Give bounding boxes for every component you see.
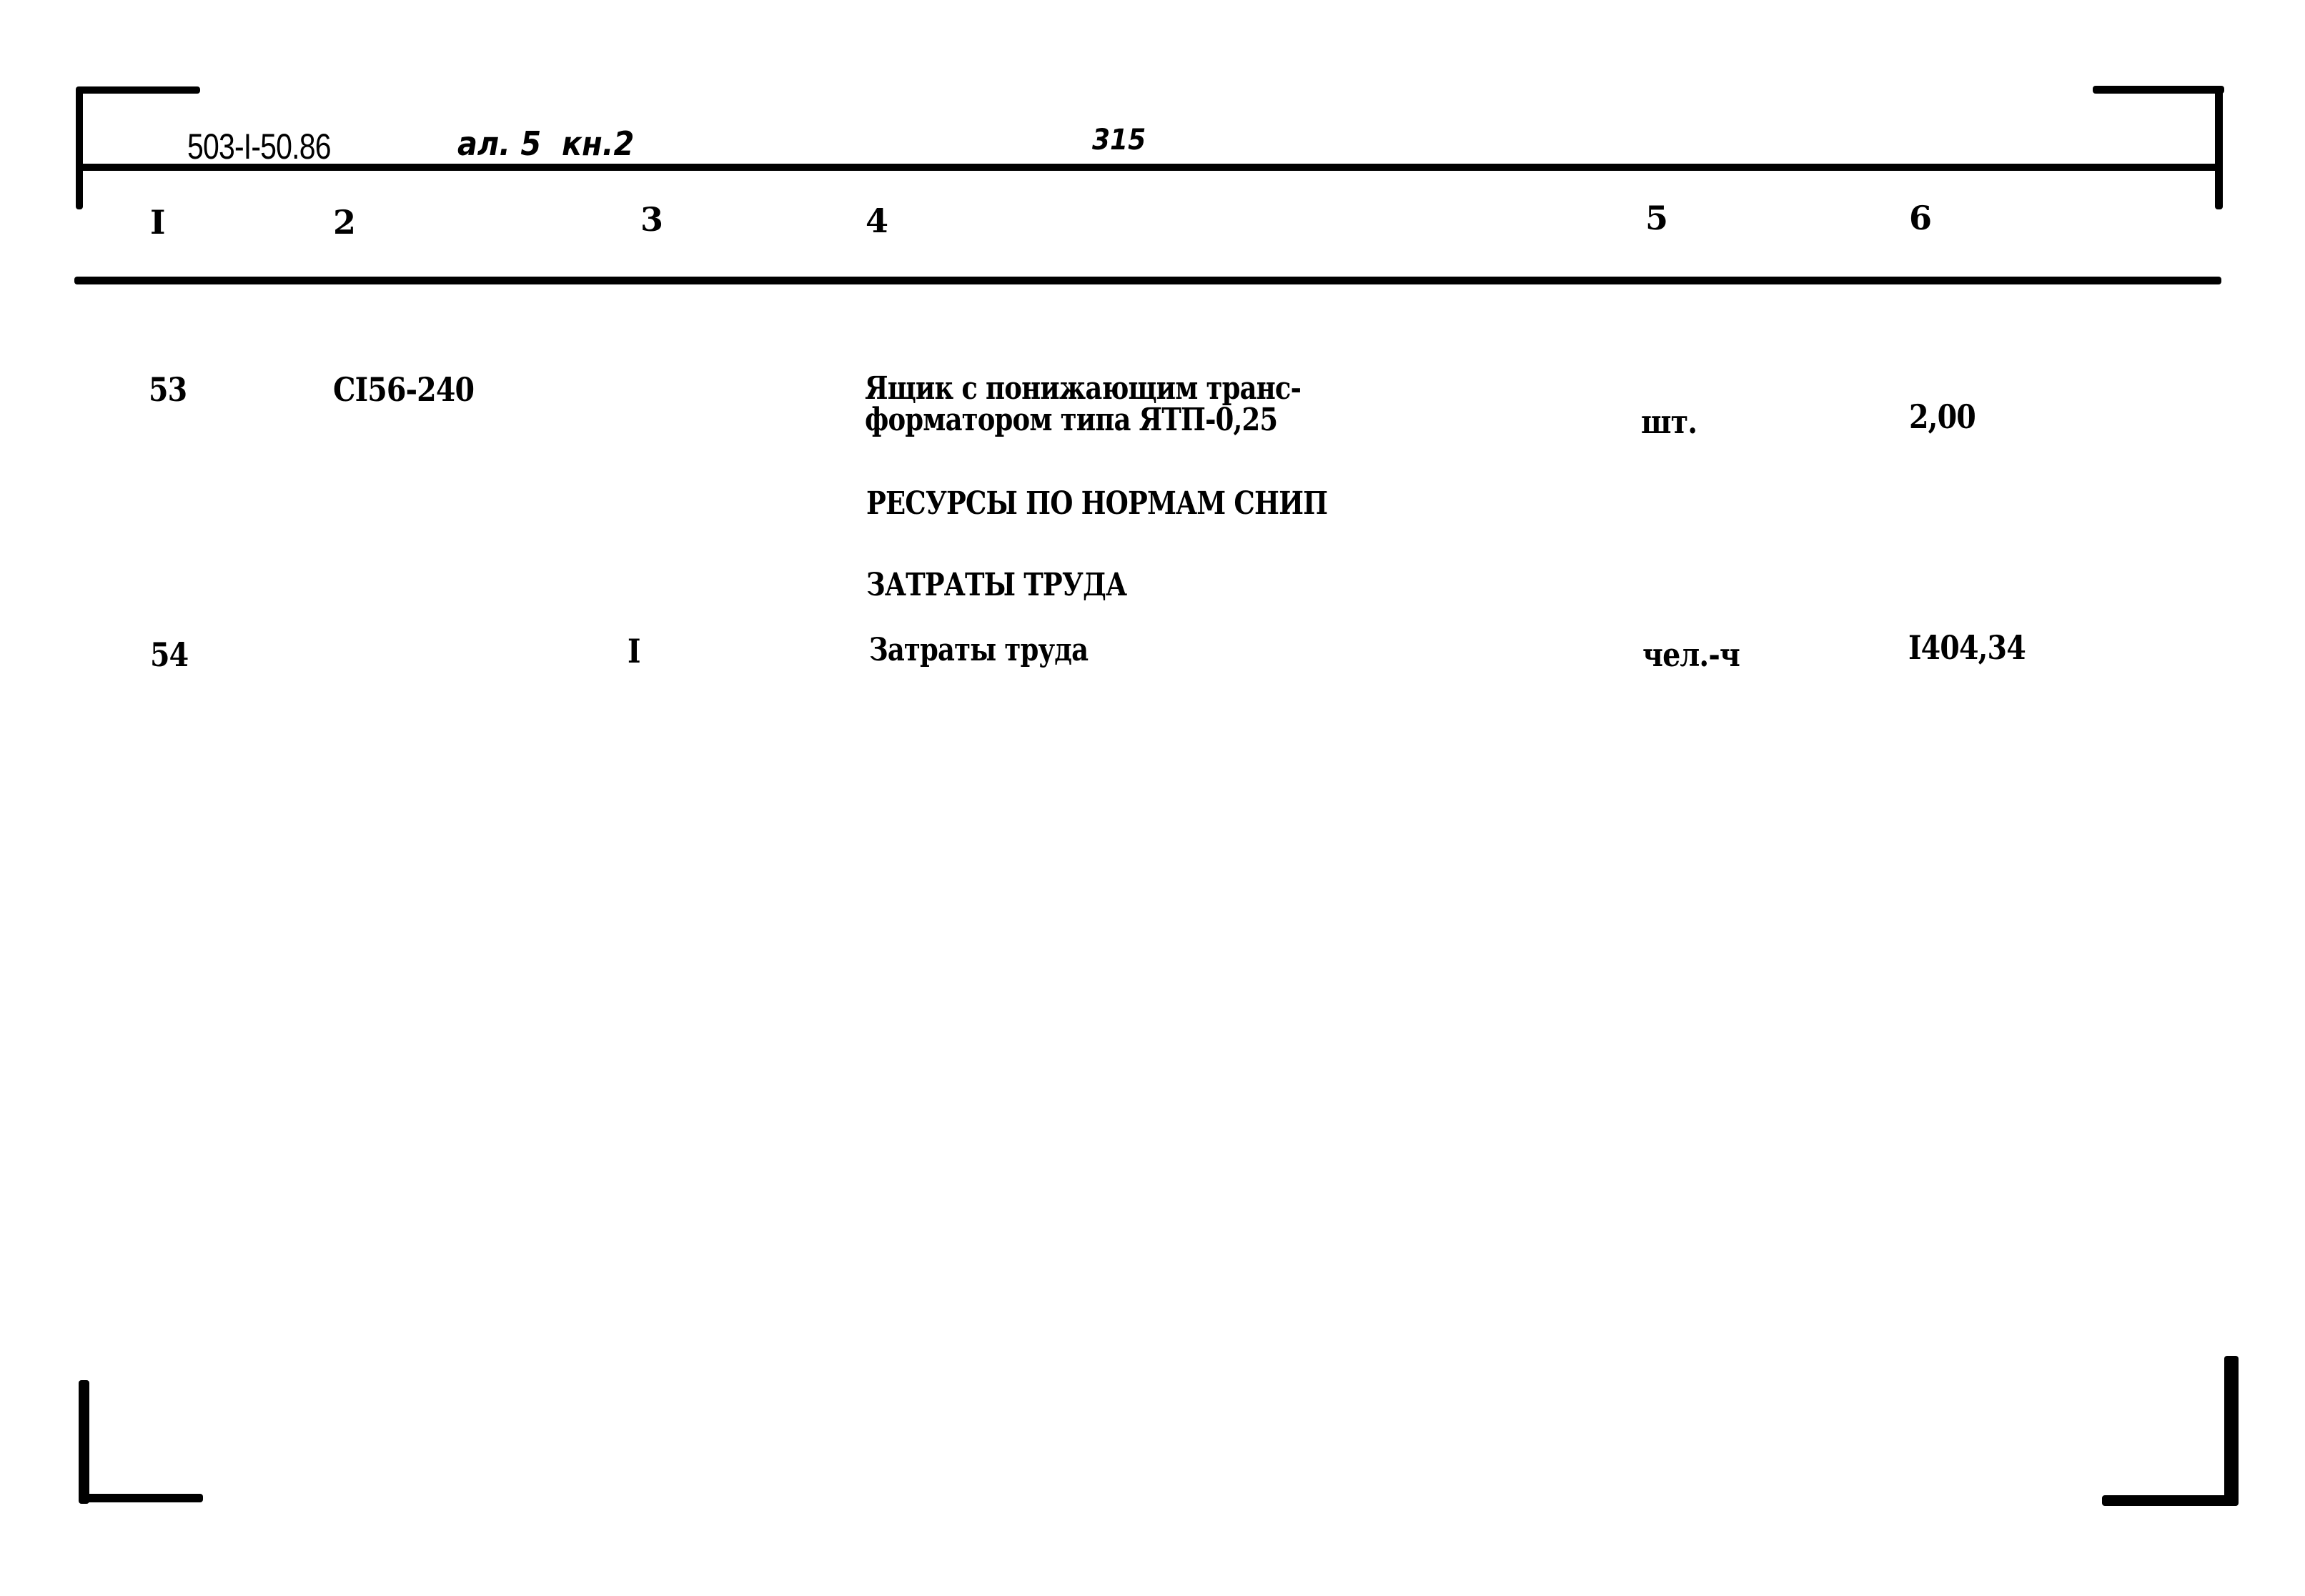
header-rule [77,164,2221,171]
column-header-2: 2 [333,203,357,242]
frame-bottom-left-vertical [79,1380,89,1504]
frame-top-right-horizontal [2093,86,2224,94]
row-quantity: 2,00 [1909,397,1976,436]
row-description-line2: форматором типа ЯТП-0,25 [865,402,1278,438]
frame-bottom-right-horizontal [2102,1495,2238,1506]
frame-top-left-vertical [76,86,83,209]
section-title-labor-costs: ЗАТРАТЫ ТРУДА [866,567,1127,603]
column-header-1: I [150,203,166,242]
row-number: 54 [150,635,189,674]
row-col3: I [628,632,640,670]
row-quantity: I404,34 [1908,628,2026,667]
row-code: CI56-240 [333,370,475,409]
page-number: 315 [1092,124,1146,157]
row-unit: чел.-ч [1642,635,1740,674]
row-description-line1: Ящик с понижающим транс- [865,370,1302,407]
column-header-rule [74,277,2221,284]
row-unit: шт. [1641,402,1697,441]
column-header-6: 6 [1909,199,1933,237]
frame-top-right-vertical [2215,86,2223,209]
column-header-4: 4 [866,202,889,240]
document-code: 503-I-50.86 [187,127,332,167]
frame-bottom-right-vertical [2224,1356,2239,1506]
row-number: 53 [149,370,187,409]
handwritten-album-note: ал. 5 кн.2 [457,124,635,163]
frame-bottom-left-horizontal [80,1494,203,1502]
column-header-3: 3 [640,200,664,239]
row-description-line1: Затраты труда [869,632,1089,668]
frame-top-left-horizontal [77,86,200,94]
column-header-5: 5 [1645,199,1669,237]
section-title-resources: РЕСУРСЫ ПО НОРМАМ СНИП [866,485,1328,522]
